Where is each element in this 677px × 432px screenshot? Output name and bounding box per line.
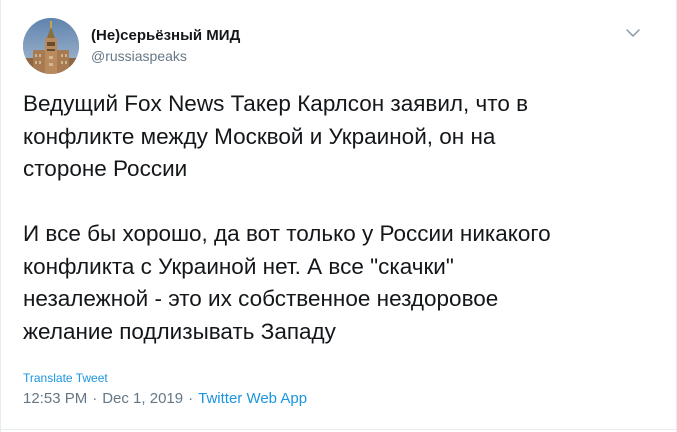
avatar[interactable] [23, 18, 79, 74]
tweet-menu-button[interactable] [624, 24, 642, 42]
tweet-header: (Не)серьёзный МИД @russiaspeaks [23, 18, 240, 74]
tweet-text: Ведущий Fox News Такер Карлсон заявил, ч… [23, 91, 551, 344]
tweet-card: (Не)серьёзный МИД @russiaspeaks Ведущий … [0, 0, 677, 432]
chevron-down-icon [626, 29, 640, 37]
author-username[interactable]: @russiaspeaks [91, 47, 240, 65]
source-app-link[interactable]: Twitter Web App [198, 390, 307, 407]
author-names: (Не)серьёзный МИД @russiaspeaks [91, 26, 240, 65]
author-display-name[interactable]: (Не)серьёзный МИД [91, 26, 240, 46]
tweet-time[interactable]: 12:53 PM [23, 390, 87, 407]
meta-separator: · [188, 390, 194, 407]
tweet-date[interactable]: Dec 1, 2019 [102, 390, 183, 407]
building-tower-icon [23, 18, 79, 74]
tweet-meta: 12:53 PM · Dec 1, 2019 · Twitter Web App [23, 390, 307, 407]
translate-tweet-link[interactable]: Translate Tweet [23, 371, 108, 385]
divider [1, 429, 676, 430]
meta-separator: · [92, 390, 98, 407]
